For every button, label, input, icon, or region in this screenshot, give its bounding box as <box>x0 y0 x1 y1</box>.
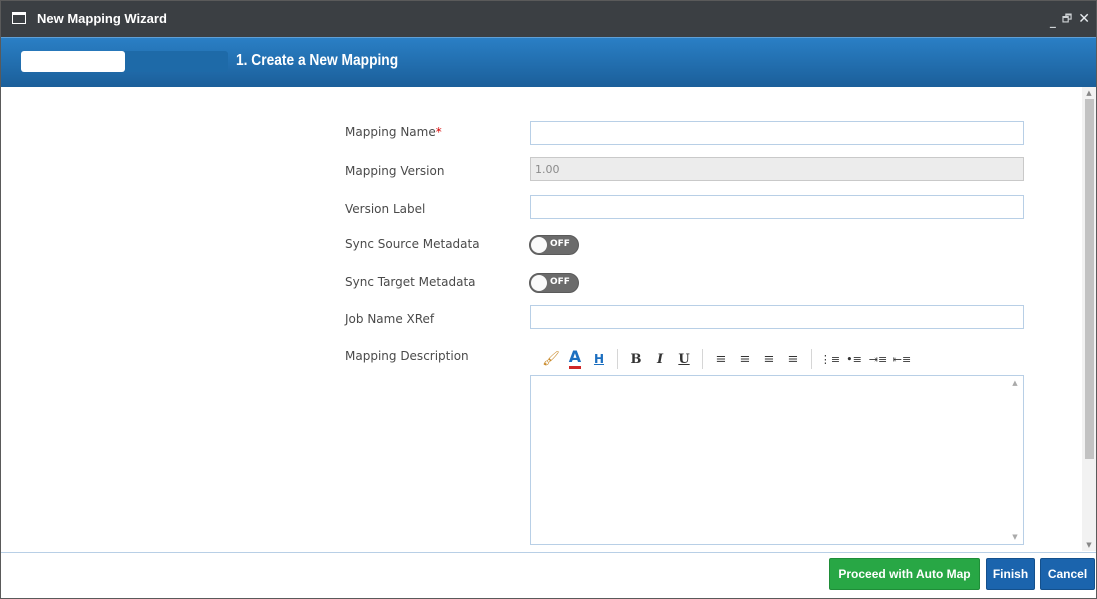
restore-icon[interactable]: 🗗 <box>1062 10 1072 29</box>
outdent-icon[interactable]: ⇤≡ <box>890 347 914 371</box>
title-bar[interactable]: New Mapping Wizard _ 🗗 ✕ <box>1 1 1096 37</box>
window-title: New Mapping Wizard <box>37 11 167 26</box>
bold-icon[interactable]: B <box>624 347 648 371</box>
highlight-icon[interactable]: H <box>587 347 611 371</box>
toolbar-divider <box>702 349 703 369</box>
italic-icon[interactable]: I <box>648 347 672 371</box>
wizard-progress-fill <box>21 51 125 72</box>
bullet-list-icon[interactable]: •≡ <box>842 347 866 371</box>
justify-icon[interactable]: ≡ <box>781 347 805 371</box>
footer-divider <box>1 552 1096 553</box>
step-title: 1. Create a New Mapping <box>236 52 399 69</box>
underline-icon[interactable]: U <box>672 347 696 371</box>
job-name-xref-input[interactable] <box>530 305 1024 329</box>
font-color-icon[interactable]: A <box>563 347 587 371</box>
version-label-input[interactable] <box>530 195 1024 219</box>
font-color-glyph: A <box>568 349 582 369</box>
align-left-icon[interactable]: ≡ <box>709 347 733 371</box>
align-center-icon[interactable]: ≡ <box>733 347 757 371</box>
proceed-with-auto-map-button[interactable]: Proceed with Auto Map <box>829 558 980 590</box>
sync-source-metadata-toggle[interactable]: OFF <box>529 235 579 255</box>
window-icon <box>12 12 26 24</box>
editor-scrollbar[interactable]: ▲ ▼ <box>1007 376 1023 544</box>
toggle-state: OFF <box>550 277 570 287</box>
wizard-step-banner: 1. Create a New Mapping <box>1 37 1096 87</box>
version-label-label: Version Label <box>345 202 426 216</box>
scrollbar-thumb[interactable] <box>1085 99 1094 459</box>
mapping-description-label: Mapping Description <box>345 349 469 363</box>
sync-target-metadata-label: Sync Target Metadata <box>345 275 476 289</box>
scroll-up-icon[interactable]: ▲ <box>1007 379 1023 387</box>
mapping-name-input[interactable] <box>530 121 1024 145</box>
job-name-xref-label: Job Name XRef <box>345 312 435 326</box>
scroll-down-icon[interactable]: ▼ <box>1007 533 1023 541</box>
editor-toolbar: 🖌 A H B I U ≡ ≡ ≡ ≡ ⋮≡ •≡ ⇥≡ ⇤≡ <box>539 347 914 371</box>
finish-button[interactable]: Finish <box>986 558 1035 590</box>
scroll-down-icon[interactable]: ▼ <box>1082 539 1096 551</box>
cancel-button[interactable]: Cancel <box>1040 558 1095 590</box>
indent-icon[interactable]: ⇥≡ <box>866 347 890 371</box>
wizard-content: Mapping Name* Mapping Version Version La… <box>1 87 1082 551</box>
toggle-knob <box>531 237 547 253</box>
align-right-icon[interactable]: ≡ <box>757 347 781 371</box>
mapping-wizard-window: New Mapping Wizard _ 🗗 ✕ 1. Create a New… <box>0 0 1097 599</box>
mapping-version-input <box>530 157 1024 181</box>
mapping-version-label: Mapping Version <box>345 164 445 178</box>
close-icon[interactable]: ✕ <box>1078 11 1090 27</box>
sync-source-metadata-label: Sync Source Metadata <box>345 237 480 251</box>
toolbar-divider <box>811 349 812 369</box>
required-mark: * <box>435 125 442 139</box>
toggle-knob <box>531 275 547 291</box>
content-scrollbar[interactable]: ▲ ▼ <box>1082 87 1096 551</box>
toggle-state: OFF <box>550 239 570 249</box>
sync-target-metadata-toggle[interactable]: OFF <box>529 273 579 293</box>
mapping-name-label: Mapping Name* <box>345 125 442 139</box>
scroll-up-icon[interactable]: ▲ <box>1082 87 1096 99</box>
paint-format-icon[interactable]: 🖌 <box>539 347 563 371</box>
ordered-list-icon[interactable]: ⋮≡ <box>818 347 842 371</box>
mapping-description-editor[interactable]: ▲ ▼ <box>530 375 1024 545</box>
toolbar-divider <box>617 349 618 369</box>
minimize-icon[interactable]: _ <box>1050 15 1056 27</box>
wizard-progress-bar <box>21 51 228 72</box>
window-controls: _ 🗗 ✕ <box>1050 9 1090 29</box>
